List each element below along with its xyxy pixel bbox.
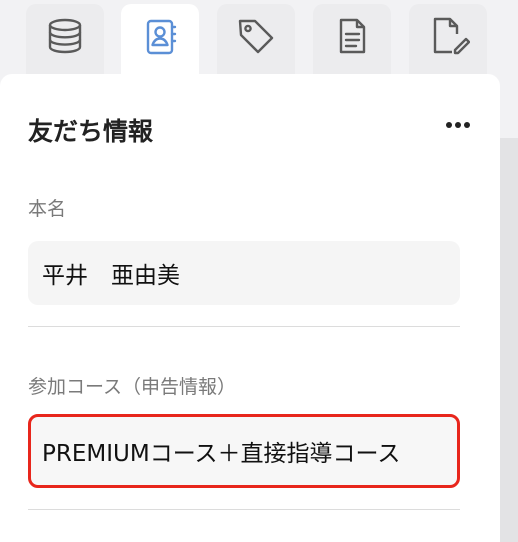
- friend-info-panel: 友だち情報 本名 平井 亜由美 参加コース（申告情報） PREMIUMコース＋直…: [0, 74, 500, 542]
- tab-database[interactable]: [26, 4, 104, 74]
- tab-bar: [0, 0, 518, 76]
- edit-document-icon: [433, 17, 470, 55]
- tag-icon: [238, 19, 274, 54]
- real-name-field[interactable]: 平井 亜由美: [28, 241, 460, 305]
- more-options-button[interactable]: [438, 110, 478, 140]
- panel-title: 友だち情報: [28, 117, 154, 146]
- tab-tags[interactable]: [217, 4, 295, 74]
- divider: [28, 509, 460, 510]
- tab-friend-info[interactable]: [121, 4, 199, 76]
- tab-documents[interactable]: [313, 4, 391, 74]
- contact-book-icon: [146, 19, 177, 55]
- scrollbar[interactable]: [500, 138, 518, 542]
- real-name-value: 平井 亜由美: [42, 263, 180, 289]
- divider: [28, 326, 460, 327]
- course-field[interactable]: PREMIUMコース＋直接指導コース: [28, 414, 460, 488]
- tab-edit-document[interactable]: [409, 4, 487, 74]
- course-label: 参加コース（申告情報）: [28, 376, 237, 398]
- database-icon: [48, 18, 82, 54]
- course-value: PREMIUMコース＋直接指導コース: [42, 441, 401, 467]
- more-horizontal-icon: [446, 122, 452, 128]
- document-icon: [339, 18, 366, 54]
- more-horizontal-icon-dot: [464, 122, 470, 128]
- real-name-label: 本名: [28, 198, 67, 220]
- more-horizontal-icon-dot: [455, 122, 461, 128]
